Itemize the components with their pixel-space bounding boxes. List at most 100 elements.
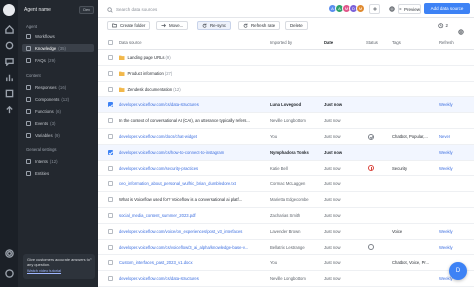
notifications-button[interactable] <box>386 4 397 14</box>
column-header-tags[interactable]: Tags <box>392 40 401 45</box>
table-row[interactable]: What is Voiceflow used for? Voiceflow is… <box>98 192 474 208</box>
tags: Chatbot, Popular,... <box>392 134 428 139</box>
sidebar-item-knowledge[interactable]: Knowledge (35) <box>22 44 94 52</box>
move-button[interactable]: Move... <box>156 21 189 30</box>
agent-section-label: Agent <box>26 24 37 29</box>
refresh-frequency[interactable]: Weekly <box>439 229 453 234</box>
table-row[interactable]: social_media_content_summer_2023.pdf Zach… <box>98 208 474 224</box>
data-source-name[interactable]: What is Voiceflow used for? Voiceflow is… <box>119 197 265 202</box>
data-source-name[interactable]: Custom_interfaces_past_2023_v1.docx <box>119 260 265 265</box>
table-row[interactable]: developer.voiceflow.com/cs/data-structur… <box>98 271 474 287</box>
row-checkbox[interactable] <box>108 260 113 266</box>
folder-name[interactable]: Product information (27) <box>119 71 172 76</box>
sidebar-item-components[interactable]: Components (12) <box>22 95 94 103</box>
table-row[interactable]: In the context of conversational AI (CAI… <box>98 113 474 129</box>
settings-icon[interactable] <box>4 248 14 258</box>
table-row[interactable]: developer.voiceflow.com/voice/on_experie… <box>98 224 474 240</box>
row-checkbox[interactable] <box>108 213 113 218</box>
sidebar-item-faqs[interactable]: FAQs (29) <box>22 56 94 64</box>
data-source-name[interactable]: developer.voiceflow.com/cs/voiceflow/3_a… <box>119 245 265 250</box>
column-header-date[interactable]: Date <box>324 40 333 45</box>
sidebar-item-workflows[interactable]: Workflows <box>22 32 94 40</box>
imported-by: Katie Bell <box>270 165 288 171</box>
invite-button[interactable] <box>369 4 380 14</box>
publish-icon[interactable] <box>4 104 14 114</box>
row-checkbox[interactable] <box>108 276 113 282</box>
refresh-frequency[interactable]: Weekly <box>439 245 453 250</box>
row-checkbox[interactable] <box>108 134 113 139</box>
sidebar-item-entities[interactable]: Entities <box>22 169 94 177</box>
sidebar-item-label: Functions <box>35 108 54 114</box>
refresh-rate-button[interactable]: Refresh rate <box>238 21 281 30</box>
column-header-imported-by[interactable]: Imported by <box>270 40 292 45</box>
conversations-icon[interactable] <box>4 56 14 66</box>
sidebar-item-functions[interactable]: Functions (6) <box>22 107 94 115</box>
data-source-name[interactable]: In the context of conversational AI (CAI… <box>119 118 265 123</box>
resync-button[interactable]: Re-sync <box>197 21 232 30</box>
folder-row[interactable]: Zendesk documentation (12) <box>98 82 474 98</box>
data-source-name[interactable]: social_media_content_summer_2023.pdf <box>119 213 265 218</box>
data-source-name[interactable]: developer.voiceflow.com/security-practic… <box>119 166 265 171</box>
sidebar-item-variables[interactable]: Variables (9) <box>22 131 94 139</box>
data-source-name[interactable]: developer.voiceflow.com/voice/on_experie… <box>119 229 265 234</box>
table-row[interactable]: developer.voiceflow.com/docs/chat-widget… <box>98 129 474 145</box>
row-checkbox[interactable] <box>108 165 113 171</box>
chat-launcher-button[interactable]: D <box>449 262 467 280</box>
data-source-name[interactable]: developer.voiceflow.com/cs/data-structur… <box>119 276 265 281</box>
sidebar-item-events[interactable]: Events (3) <box>22 119 94 127</box>
data-source-name[interactable]: ceo_information_about_personal_wulfric_b… <box>119 181 265 186</box>
row-checkbox[interactable] <box>108 55 113 60</box>
column-header-status[interactable]: Status <box>366 40 378 45</box>
refresh-frequency[interactable]: Weekly <box>439 102 453 107</box>
create-folder-button[interactable]: Create folder <box>107 21 151 30</box>
table-row[interactable]: ceo_information_about_personal_wulfric_b… <box>98 176 474 193</box>
add-data-source-button[interactable]: Add data source <box>424 3 470 14</box>
workspace-logo[interactable] <box>3 4 15 16</box>
folder-row[interactable]: Product information (27) <box>98 66 474 82</box>
row-checkbox[interactable] <box>108 118 113 124</box>
table-row[interactable]: developer.voiceflow.com/cs/data-structur… <box>98 97 474 114</box>
select-all-checkbox[interactable] <box>108 40 113 45</box>
collaborator-avatar[interactable]: M <box>356 4 365 13</box>
data-source-name[interactable]: developer.voiceflow.com/cs/data-structur… <box>119 102 265 107</box>
preview-button[interactable]: Preview <box>398 4 421 14</box>
table-row[interactable]: Custom_interfaces_past_2023_v1.docx You Ju… <box>98 255 474 272</box>
column-header-refresh[interactable]: Refresh <box>439 40 454 45</box>
integrations-icon[interactable] <box>4 88 14 98</box>
environment-dropdown[interactable]: Dev <box>79 6 94 14</box>
table-row[interactable]: developer.voiceflow.com/security-practic… <box>98 161 474 177</box>
row-checkbox[interactable] <box>108 181 113 187</box>
row-checkbox[interactable] <box>108 149 113 155</box>
refresh-frequency[interactable]: Weekly <box>439 150 453 155</box>
data-source-name[interactable]: developer.voiceflow.com/docs/chat-widget <box>119 134 265 139</box>
row-checkbox[interactable] <box>108 244 113 250</box>
refresh-frequency[interactable]: Weekly <box>439 166 453 171</box>
table-row[interactable]: developer.voiceflow.com/cs/voiceflow/3_a… <box>98 240 474 256</box>
home-icon[interactable] <box>4 24 14 34</box>
imported-by: Nymphadora Tonks <box>270 149 309 155</box>
row-checkbox[interactable] <box>108 197 113 203</box>
help-icon[interactable] <box>4 268 14 278</box>
folder-icon <box>119 55 125 60</box>
row-checkbox[interactable] <box>108 102 113 108</box>
close-icon[interactable]: × <box>90 256 92 261</box>
row-checkbox[interactable] <box>108 70 113 76</box>
agent-selector[interactable]: Agent name Dev <box>24 5 94 15</box>
watch-tutorial-link[interactable]: Watch video tutorial <box>27 268 91 273</box>
refresh-frequency[interactable]: Never <box>439 134 450 139</box>
data-source-name[interactable]: developer.voiceflow.com/cs/how-to-connec… <box>119 150 265 155</box>
column-header-data-source[interactable]: Data source <box>119 40 142 45</box>
row-checkbox[interactable] <box>108 86 113 92</box>
designer-icon[interactable] <box>4 40 14 50</box>
folder-name[interactable]: Landing page URLs (9) <box>119 55 171 60</box>
table-row[interactable]: developer.voiceflow.com/cs/how-to-connec… <box>98 144 474 161</box>
folder-name[interactable]: Zendesk documentation (12) <box>119 87 181 92</box>
analytics-icon[interactable] <box>4 72 14 82</box>
row-checkbox[interactable] <box>108 228 113 234</box>
sidebar-item-intents[interactable]: Intents (12) <box>22 157 94 165</box>
collaborator-avatars[interactable]: AAMDM <box>328 4 365 14</box>
sidebar-item-responses[interactable]: Responses (16) <box>22 83 94 91</box>
delete-button[interactable]: Delete <box>285 21 308 30</box>
search-input[interactable]: Search data sources <box>107 5 227 14</box>
folder-row[interactable]: Landing page URLs (9) <box>98 50 474 66</box>
